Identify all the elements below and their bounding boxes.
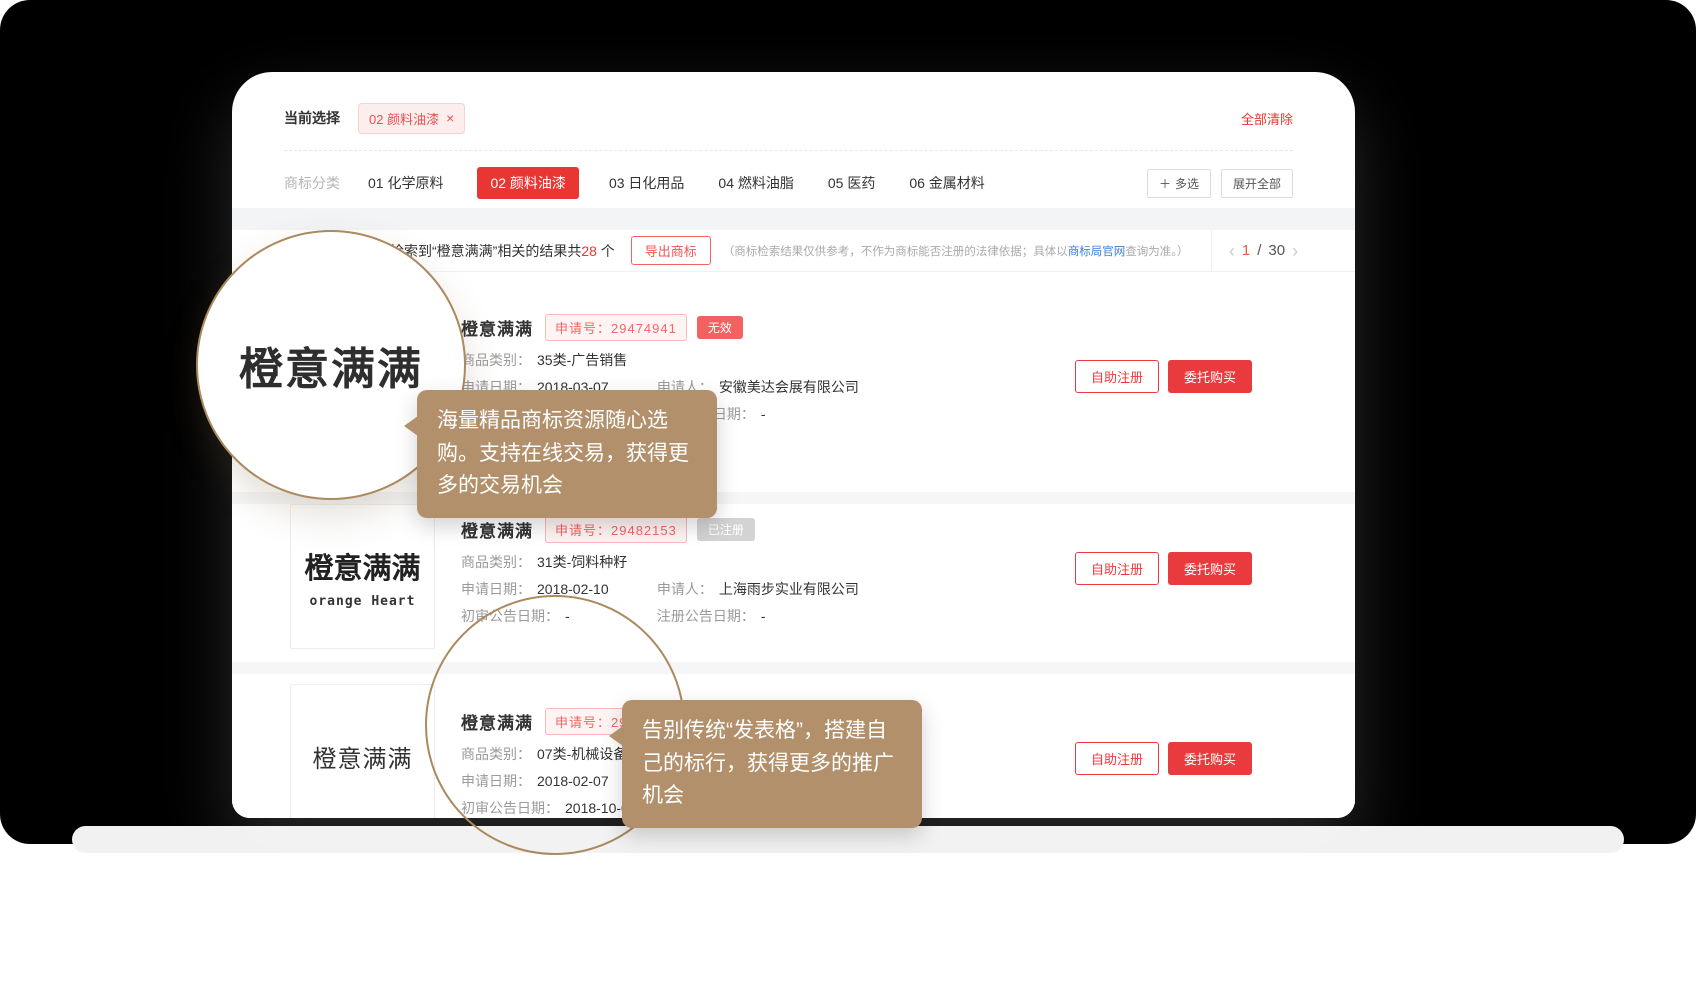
multi-select-button[interactable]: ＋ 多选 xyxy=(1147,169,1211,198)
feature-tooltip-1: 海量精品商标资源随心选购。支持在线交易，获得更多的交易机会 xyxy=(417,390,717,518)
results-unit: 个 xyxy=(601,243,615,259)
status-badge-registered: 已注册 xyxy=(697,518,755,541)
trademark-name[interactable]: 橙意满满 xyxy=(461,315,533,340)
page-background: 当前选择 02 颜料油漆 × 全部清除 商标分类 01 化学原料 02 颜料油漆… xyxy=(0,0,1696,1002)
category-label: 商品类别： xyxy=(461,554,531,570)
multi-select-label: 多选 xyxy=(1175,175,1199,192)
trademark-office-link[interactable]: 商标局官网 xyxy=(1068,246,1126,258)
category-item-06[interactable]: 06 金属材料 xyxy=(909,173,984,193)
results-summary: 检索到“橙意满满”相关的结果共28 个 xyxy=(390,241,615,261)
application-number-value: 29474941 xyxy=(611,321,677,336)
pagination: ‹ 1 / 30 › xyxy=(1211,230,1315,271)
category-item-04[interactable]: 04 燃料油脂 xyxy=(718,173,793,193)
applicant-label: 申请人： xyxy=(657,581,713,597)
row-actions-1: 自助注册 委托购买 xyxy=(1075,360,1252,393)
results-count: 28 xyxy=(581,243,597,259)
category-item-01[interactable]: 01 化学原料 xyxy=(368,173,443,193)
applicant-value: 安徽美达会展有限公司 xyxy=(719,379,859,395)
application-number-label: 申请号： xyxy=(555,523,611,538)
current-selection-label: 当前选择 xyxy=(284,108,340,128)
self-register-button[interactable]: 自助注册 xyxy=(1075,742,1159,775)
magnified-trademark-text: 橙意满满 xyxy=(239,333,423,397)
self-register-button[interactable]: 自助注册 xyxy=(1075,552,1159,585)
apply-date-label: 申请日期： xyxy=(461,581,531,597)
self-register-button[interactable]: 自助注册 xyxy=(1075,360,1159,393)
registration-publication-label: 注册公告日期： xyxy=(657,608,755,624)
laptop-base xyxy=(72,826,1624,853)
selected-filter-tag[interactable]: 02 颜料油漆 × xyxy=(358,103,465,134)
disclaimer-text-post: 查询为准。） xyxy=(1125,246,1188,258)
application-number-value: 29482153 xyxy=(611,523,677,538)
category-label: 商品类别： xyxy=(461,352,531,368)
application-number-tag: 申请号：29474941 xyxy=(545,314,687,341)
row-actions-2: 自助注册 委托购买 xyxy=(1075,552,1252,585)
expand-all-button[interactable]: 展开全部 xyxy=(1221,169,1293,198)
category-filter-label: 商标分类 xyxy=(284,173,340,193)
section-gap xyxy=(232,208,1355,230)
category-row: 商标分类 01 化学原料 02 颜料油漆 03 日化用品 04 燃料油脂 05 … xyxy=(284,166,1293,200)
row-divider xyxy=(232,662,1355,674)
category-item-03[interactable]: 03 日化用品 xyxy=(609,173,684,193)
trademark-image-2[interactable]: 橙意满满 orange Heart xyxy=(290,504,435,649)
page-total: 30 xyxy=(1268,242,1285,259)
result-row-2: 橙意满满 orange Heart 橙意满满 申请号：29482153 已注册 … xyxy=(232,504,1355,662)
chevron-left-icon[interactable]: ‹ xyxy=(1229,242,1235,260)
disclaimer-text-pre: （商标检索结果仅供参考，不作为商标能否注册的法律依据；具体以 xyxy=(723,246,1068,258)
row-divider xyxy=(232,492,1355,504)
category-value: 31类-饲料种籽 xyxy=(537,554,627,570)
registration-publication-value: - xyxy=(761,608,766,624)
disclaimer: （商标检索结果仅供参考，不作为商标能否注册的法律依据；具体以商标局官网查询为准。… xyxy=(723,243,1189,259)
filter-panel: 当前选择 02 颜料油漆 × 全部清除 商标分类 01 化学原料 02 颜料油漆… xyxy=(232,72,1355,208)
selected-filter-text: 02 颜料油漆 xyxy=(369,109,439,128)
feature-tooltip-2: 告别传统“发表格”，搭建自己的标行，获得更多的推广机会 xyxy=(622,700,922,828)
trademark-image-text: 橙意满满 xyxy=(313,739,413,774)
close-icon[interactable]: × xyxy=(446,111,454,125)
entrust-buy-button[interactable]: 委托购买 xyxy=(1168,552,1252,585)
plus-icon: ＋ xyxy=(1159,175,1171,192)
chevron-right-icon[interactable]: › xyxy=(1292,242,1298,260)
current-selection-row: 当前选择 02 颜料油漆 × 全部清除 xyxy=(284,100,1293,136)
category-item-02-selected[interactable]: 02 颜料油漆 xyxy=(477,167,578,199)
trademark-name[interactable]: 橙意满满 xyxy=(461,517,533,542)
page-separator: / xyxy=(1257,242,1261,259)
trademark-image-text: 橙意满满 xyxy=(304,545,420,587)
results-summary-text: 检索到“橙意满满”相关的结果共 xyxy=(390,243,581,259)
registration-publication-value: - xyxy=(761,406,766,422)
entrust-buy-button[interactable]: 委托购买 xyxy=(1168,742,1252,775)
dashed-divider xyxy=(284,150,1293,151)
application-number-label: 申请号： xyxy=(555,321,611,336)
trademark-image-subtext: orange Heart xyxy=(310,594,416,609)
category-value: 35类-广告销售 xyxy=(537,352,627,368)
category-item-05[interactable]: 05 医药 xyxy=(828,173,875,193)
row-actions-3: 自助注册 委托购买 xyxy=(1075,742,1252,775)
applicant-value: 上海雨步实业有限公司 xyxy=(719,581,859,597)
application-number-tag: 申请号：29482153 xyxy=(545,516,687,543)
entrust-buy-button[interactable]: 委托购买 xyxy=(1168,360,1252,393)
page-current: 1 xyxy=(1242,242,1250,259)
clear-all-button[interactable]: 全部清除 xyxy=(1241,109,1293,128)
export-trademarks-button[interactable]: 导出商标 xyxy=(631,236,711,265)
status-badge-invalid: 无效 xyxy=(697,316,743,339)
trademark-image-3[interactable]: 橙意满满 xyxy=(290,684,435,818)
